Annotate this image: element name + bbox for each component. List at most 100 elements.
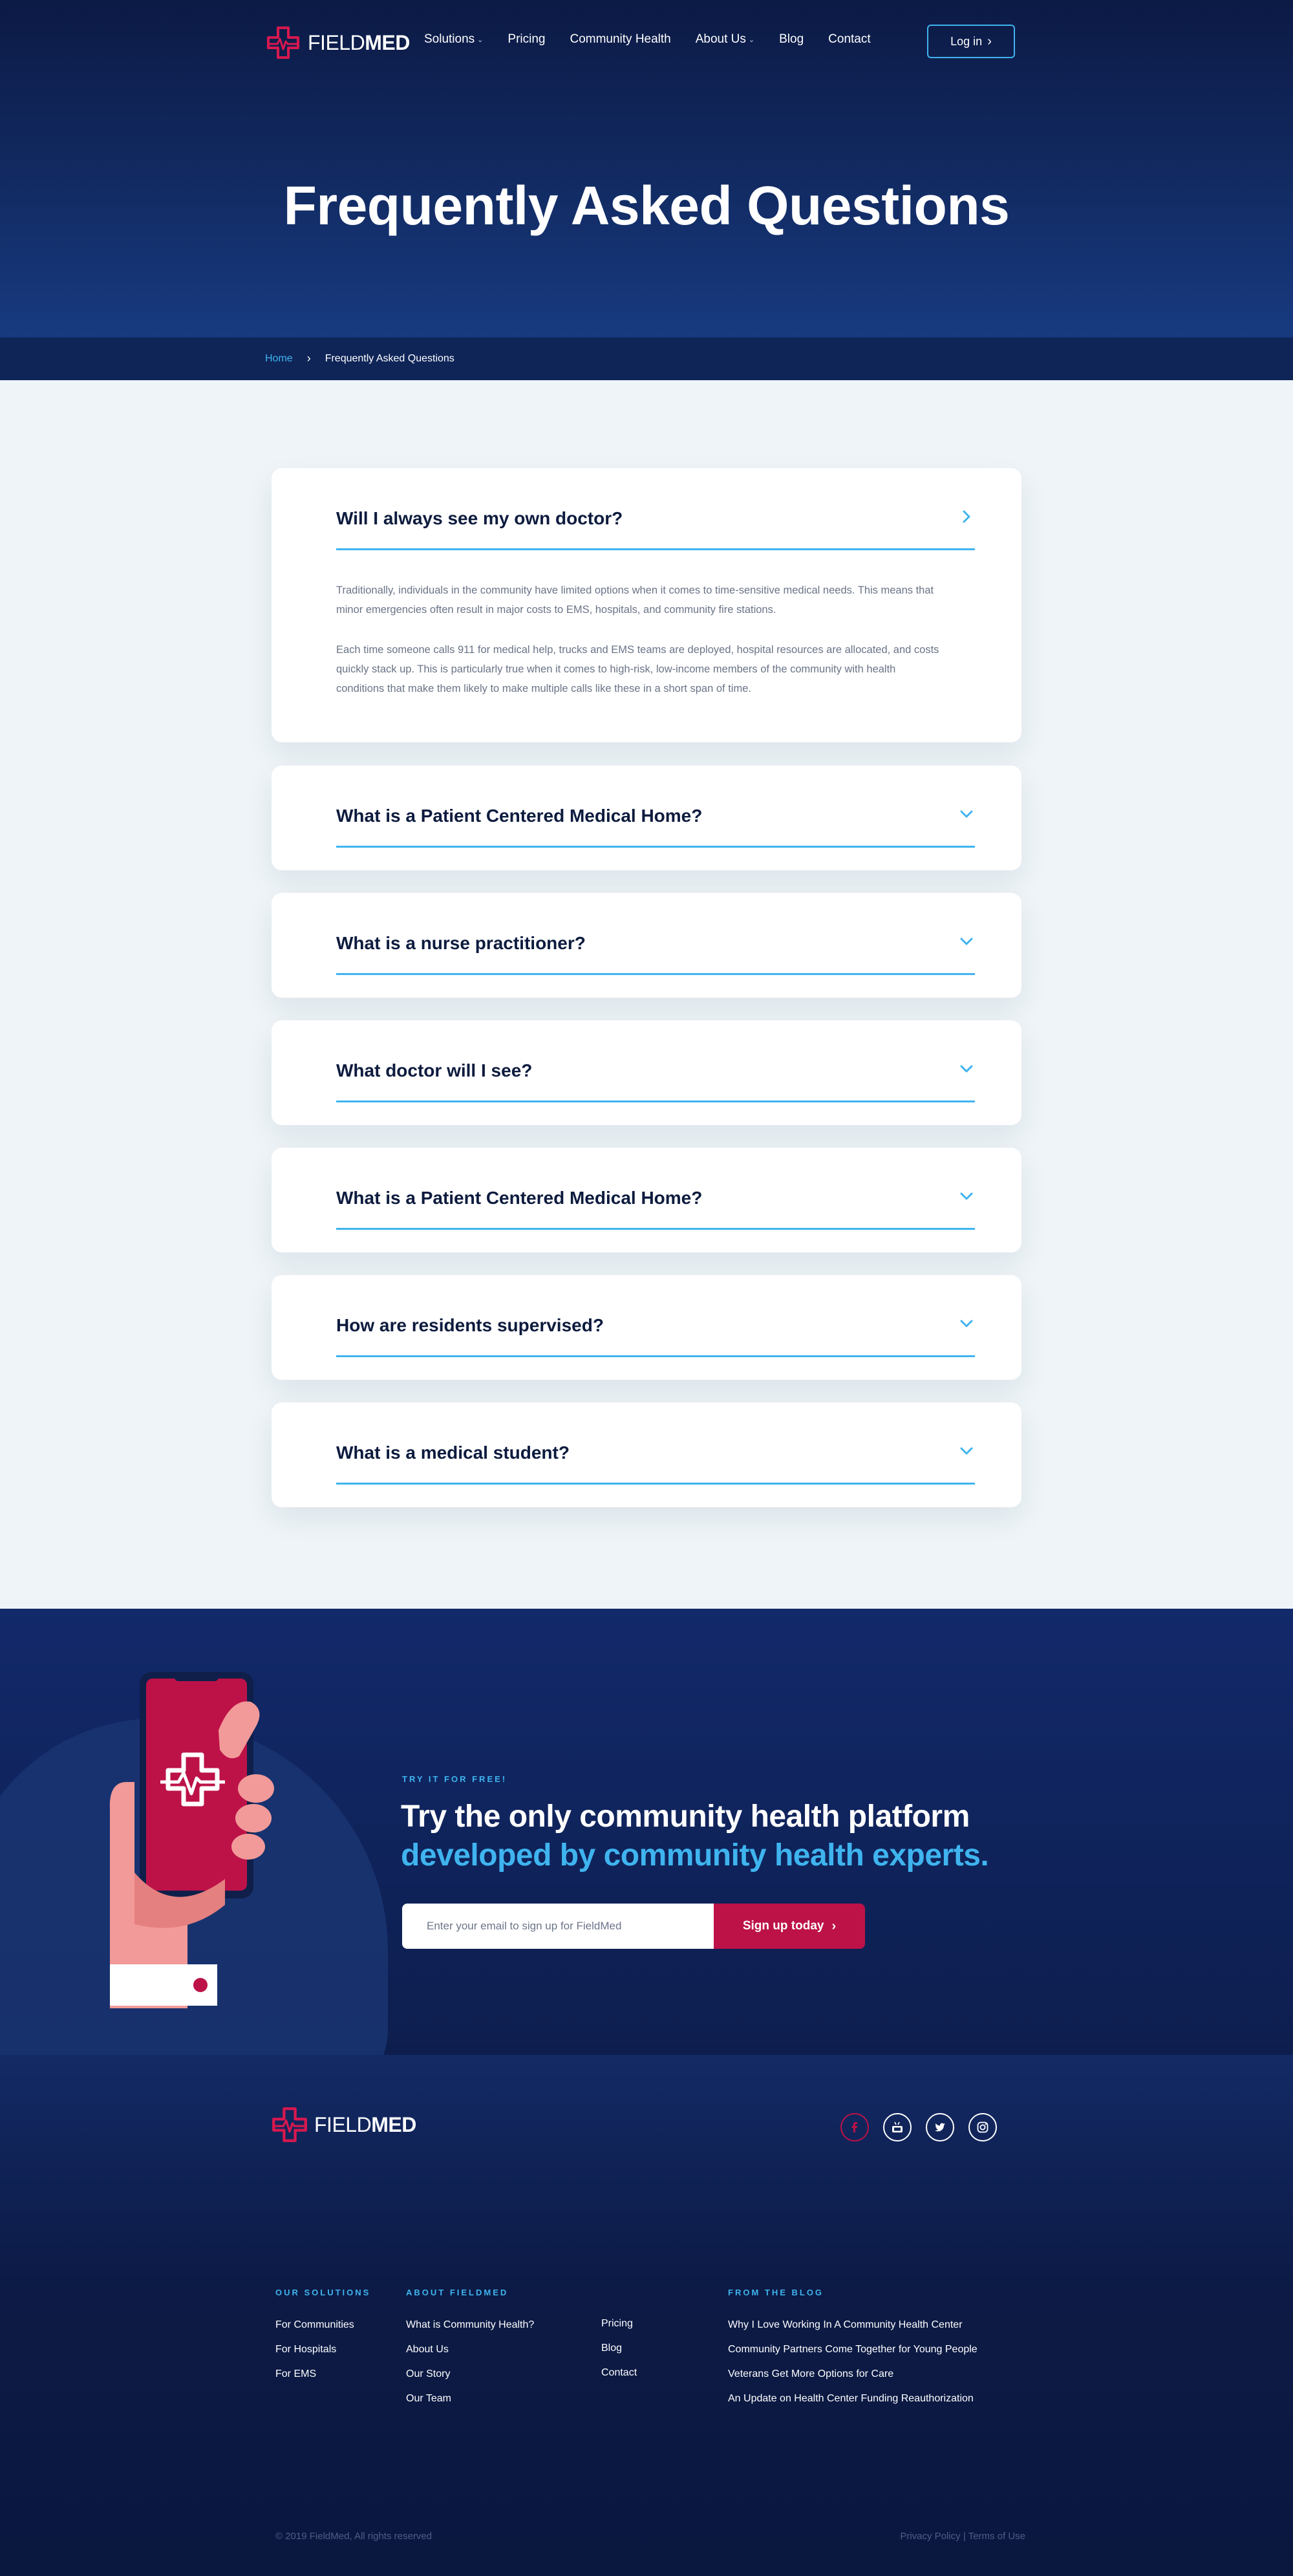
footer-link[interactable]: Blog (601, 2343, 637, 2354)
nav-item-pricing[interactable]: Pricing (508, 32, 545, 47)
breadcrumb-bar: Home › Frequently Asked Questions (0, 338, 1293, 380)
facebook-icon (851, 2122, 857, 2132)
footer-link[interactable]: For EMS (275, 2368, 370, 2380)
nav-item-community-health[interactable]: Community Health (570, 32, 670, 47)
faq-question[interactable]: What is a Patient Centered Medical Home? (336, 806, 702, 826)
twitter-icon (935, 2123, 945, 2132)
footer-blog-link[interactable]: Community Partners Come Together for You… (728, 2344, 978, 2356)
signup-button[interactable]: Sign up today › (714, 1904, 865, 1949)
footer-column-about: ABOUT FIELDMED What is Community Health?… (406, 2288, 534, 2418)
footer-link[interactable]: For Hospitals (275, 2344, 370, 2356)
signup-label: Sign up today (742, 1919, 824, 1933)
footer-column-more: Pricing Blog Contact (601, 2318, 637, 2392)
chevron-down-icon[interactable] (957, 1441, 976, 1461)
signup-cta-section: TRY IT FOR FREE! Try the only community … (0, 1609, 1293, 2055)
footer-link[interactable]: What is Community Health? (406, 2319, 534, 2331)
facebook-link[interactable] (840, 2113, 869, 2141)
chevron-right-icon: › (831, 1918, 837, 1933)
chevron-down-icon[interactable] (957, 804, 976, 824)
chevron-down-icon[interactable] (957, 932, 976, 951)
footer-link[interactable]: About Us (406, 2344, 534, 2356)
email-field[interactable] (402, 1904, 714, 1949)
medical-cross-logo-icon (272, 2107, 307, 2142)
footer-blog-link[interactable]: Why I Love Working In A Community Health… (728, 2319, 978, 2331)
brand-name-bold: MED (371, 2112, 416, 2136)
brand-wordmark: FIELDMED (314, 2113, 416, 2137)
chevron-down-icon: ⌄ (748, 36, 755, 44)
breadcrumb-separator-icon: › (306, 352, 311, 365)
footer-link[interactable]: Our Story (406, 2368, 534, 2380)
faq-divider (336, 548, 975, 550)
faq-item[interactable]: What doctor will I see? (272, 1020, 1021, 1125)
phone-in-hand-illustration (109, 1672, 274, 2008)
nav-item-label: Solutions (424, 32, 475, 46)
cta-headline-accent: developed by community health experts. (401, 1838, 989, 1873)
login-button[interactable]: Log in › (927, 25, 1015, 58)
login-label: Log in (950, 34, 983, 48)
nav-item-label: Contact (828, 32, 871, 46)
faq-divider (336, 973, 975, 975)
nav-item-about-us[interactable]: About Us ⌄ (696, 32, 754, 47)
legal-links[interactable]: Privacy Policy | Terms of Use (900, 2531, 1025, 2542)
nav-item-label: Community Health (570, 32, 671, 46)
brand-wordmark: FIELDMED (308, 31, 410, 55)
page-title: Frequently Asked Questions (283, 175, 1010, 236)
footer-column-heading: OUR SOLUTIONS (275, 2288, 371, 2297)
footer-column-heading: FROM THE BLOG (728, 2288, 824, 2297)
chevron-right-icon[interactable] (957, 507, 976, 526)
cta-headline: Try the only community health platform (401, 1799, 970, 1834)
faq-answer-paragraph: Each time someone calls 911 for medical … (336, 644, 939, 694)
footer-column-heading: ABOUT FIELDMED (406, 2288, 509, 2297)
faq-divider (336, 846, 975, 848)
faq-item[interactable]: How are residents supervised? (272, 1275, 1021, 1380)
footer-logo[interactable]: FIELDMED (272, 2107, 416, 2143)
brand-name-light: FIELD (308, 30, 365, 54)
nav-item-label: About Us (695, 32, 746, 46)
faq-question[interactable]: Will I always see my own doctor? (336, 508, 623, 529)
brand-name-bold: MED (365, 30, 410, 54)
faq-item[interactable]: What is a nurse practitioner? (272, 893, 1021, 998)
breadcrumb-home-link[interactable]: Home (265, 353, 293, 365)
faq-item[interactable]: What is a medical student? (272, 1402, 1021, 1507)
footer-link[interactable]: Contact (601, 2367, 637, 2379)
instagram-link[interactable] (968, 2113, 997, 2141)
faq-divider (336, 1483, 975, 1485)
footer-blog-link[interactable]: Veterans Get More Options for Care (728, 2368, 978, 2380)
breadcrumb-current: Frequently Asked Questions (325, 352, 454, 364)
faq-item[interactable]: What is a Patient Centered Medical Home? (272, 1148, 1021, 1252)
faq-question[interactable]: What is a nurse practitioner? (336, 933, 586, 954)
chevron-down-icon[interactable] (957, 1314, 976, 1333)
faq-divider (336, 1100, 975, 1102)
breadcrumb: Home › Frequently Asked Questions (265, 352, 454, 365)
cta-kicker: TRY IT FOR FREE! (402, 1774, 508, 1784)
nav-item-label: Pricing (508, 32, 546, 46)
chevron-down-icon[interactable] (957, 1186, 976, 1206)
faq-question[interactable]: What is a medical student? (336, 1443, 570, 1463)
nav-item-label: Blog (779, 32, 804, 46)
faq-item[interactable]: What is a Patient Centered Medical Home? (272, 766, 1021, 870)
copyright-text: © 2019 FieldMed, All rights reserved (275, 2531, 432, 2542)
chevron-down-icon[interactable] (957, 1059, 976, 1079)
footer-link[interactable]: Our Team (406, 2393, 534, 2405)
twitter-link[interactable] (926, 2113, 954, 2141)
footer-link[interactable]: Pricing (601, 2318, 637, 2330)
faq-item[interactable]: Will I always see my own doctor? Traditi… (272, 468, 1021, 742)
nav-item-solutions[interactable]: Solutions ⌄ (424, 32, 483, 47)
chevron-down-icon: ⌄ (477, 36, 484, 44)
hero-section: FIELDMED Solutions ⌄ Pricing Community H… (0, 0, 1293, 338)
footer-column-solutions: OUR SOLUTIONS For Communities For Hospit… (275, 2288, 370, 2393)
nav-item-contact[interactable]: Contact (828, 32, 870, 47)
footer-blog-link[interactable]: An Update on Health Center Funding Reaut… (728, 2393, 978, 2405)
chevron-right-icon: › (987, 34, 992, 48)
faq-question[interactable]: What is a Patient Centered Medical Home? (336, 1188, 702, 1208)
brand-name-light: FIELD (314, 2112, 372, 2136)
instagram-icon (977, 2121, 988, 2133)
youtube-link[interactable] (883, 2113, 912, 2141)
medical-cross-logo-icon (267, 27, 299, 59)
brand-logo[interactable]: FIELDMED (266, 25, 410, 61)
nav-item-blog[interactable]: Blog (779, 32, 804, 47)
youtube-icon (892, 2121, 903, 2132)
faq-question[interactable]: How are residents supervised? (336, 1315, 604, 1336)
footer-link[interactable]: For Communities (275, 2319, 370, 2331)
faq-question[interactable]: What doctor will I see? (336, 1060, 532, 1081)
